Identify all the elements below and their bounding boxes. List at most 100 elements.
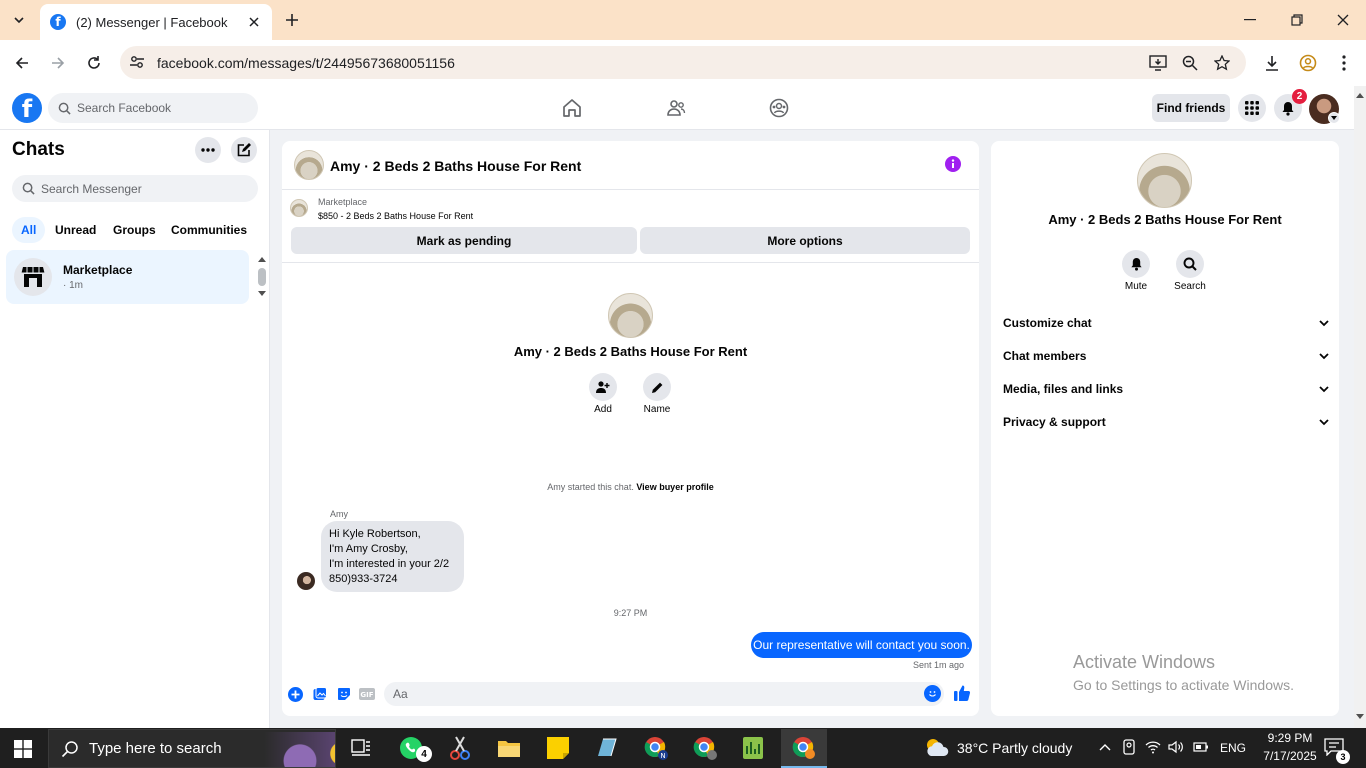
- window-close-icon[interactable]: [1330, 10, 1356, 30]
- mute-bell-icon[interactable]: [1122, 250, 1150, 278]
- panel-title: Amy · 2 Beds 2 Baths House For Rent: [1048, 212, 1282, 227]
- filter-all[interactable]: All: [12, 217, 46, 243]
- like-thumbs-up-icon[interactable]: [953, 684, 972, 703]
- add-person-icon[interactable]: [589, 373, 617, 401]
- spreadsheet-app-icon[interactable]: [738, 733, 768, 763]
- gif-icon[interactable]: GIF: [359, 686, 375, 702]
- page-scrollbar[interactable]: [1354, 86, 1366, 728]
- message-input[interactable]: [393, 687, 893, 701]
- account-chevron-icon[interactable]: [1328, 112, 1340, 124]
- filter-groups[interactable]: Groups: [104, 217, 165, 243]
- mute-label: Mute: [1124, 281, 1148, 292]
- scroll-down-icon: [1356, 714, 1364, 719]
- clock-date[interactable]: 7/17/2025: [1260, 749, 1320, 763]
- emoji-icon[interactable]: [924, 685, 941, 702]
- message-composer[interactable]: [384, 682, 944, 706]
- section-privacy-support[interactable]: Privacy & support: [1003, 412, 1329, 432]
- list-scroll-up-icon[interactable]: [257, 255, 267, 263]
- window-minimize-icon[interactable]: [1237, 10, 1263, 30]
- weather-partly-cloudy-icon[interactable]: [923, 736, 951, 760]
- site-info-tune-icon[interactable]: [128, 53, 146, 71]
- reload-icon[interactable]: [81, 50, 107, 76]
- find-friends-button[interactable]: Find friends: [1152, 94, 1230, 122]
- messenger-search[interactable]: [12, 175, 258, 202]
- scroll-up-icon: [1356, 93, 1364, 98]
- list-scroll-down-icon[interactable]: [257, 290, 267, 298]
- facebook-search[interactable]: [48, 93, 258, 123]
- plus-actions-icon[interactable]: [287, 686, 303, 702]
- new-message-icon[interactable]: [231, 137, 257, 163]
- tray-camera-icon[interactable]: [1120, 738, 1138, 756]
- conversation-title[interactable]: Amy · 2 Beds 2 Baths House For Rent: [330, 158, 581, 174]
- window-restore-icon[interactable]: [1284, 10, 1310, 30]
- forward-arrow-icon[interactable]: [45, 50, 71, 76]
- whatsapp-badge: 4: [416, 746, 432, 762]
- weather-text[interactable]: 38°C Partly cloudy: [957, 740, 1072, 756]
- search-label: Search: [1174, 281, 1206, 292]
- section-media-files-links[interactable]: Media, files and links: [1003, 379, 1329, 399]
- chrome-profile-my-icon[interactable]: [690, 733, 720, 763]
- outgoing-message-bubble[interactable]: Our representative will contact you soon…: [751, 632, 972, 658]
- conversation-avatar[interactable]: [294, 150, 324, 180]
- tab-close-icon[interactable]: [246, 14, 262, 30]
- downloads-icon[interactable]: [1261, 52, 1283, 74]
- header-divider: [282, 189, 979, 190]
- bookmark-star-icon[interactable]: [1211, 52, 1233, 74]
- url-text[interactable]: facebook.com/messages/t/2449567368005115…: [157, 55, 455, 71]
- conversation-info-icon[interactable]: [945, 156, 965, 176]
- section-customize-chat[interactable]: Customize chat: [1003, 313, 1329, 333]
- nav-groups-icon[interactable]: [767, 96, 791, 120]
- view-buyer-profile-link[interactable]: View buyer profile: [636, 482, 713, 492]
- incoming-message-bubble[interactable]: Hi Kyle Robertson, I'm Amy Crosby, I'm i…: [321, 521, 464, 592]
- svg-text:N: N: [660, 752, 665, 760]
- section-chat-members[interactable]: Chat members: [1003, 346, 1329, 366]
- tab-search-dropdown[interactable]: [6, 7, 32, 33]
- tray-battery-icon[interactable]: [1192, 738, 1210, 756]
- paint-app-icon[interactable]: [592, 733, 622, 763]
- chrome-active-icon[interactable]: [789, 733, 819, 763]
- marketplace-store-icon: [14, 258, 52, 296]
- task-view-icon[interactable]: [346, 733, 376, 763]
- nav-friends-icon[interactable]: [664, 96, 688, 120]
- tray-chevron-up-icon[interactable]: [1096, 738, 1114, 756]
- clock-time[interactable]: 9:29 PM: [1260, 731, 1320, 745]
- input-language[interactable]: ENG: [1220, 741, 1246, 755]
- messenger-search-input[interactable]: [41, 181, 241, 196]
- tray-volume-icon[interactable]: [1167, 738, 1185, 756]
- facebook-search-input[interactable]: [77, 101, 247, 115]
- filter-unread[interactable]: Unread: [46, 217, 105, 243]
- sticky-notes-icon[interactable]: [543, 733, 573, 763]
- profile-icon[interactable]: [1297, 52, 1319, 74]
- new-tab-plus-icon[interactable]: [282, 10, 302, 30]
- filter-communities[interactable]: Communities: [162, 217, 256, 243]
- tray-wifi-icon[interactable]: [1144, 738, 1162, 756]
- taskbar-search[interactable]: Type here to search: [48, 729, 336, 768]
- more-options-button[interactable]: More options: [640, 227, 970, 254]
- attach-image-icon[interactable]: [312, 686, 328, 702]
- chevron-down-icon: [1319, 385, 1329, 392]
- sticker-icon[interactable]: [336, 686, 352, 702]
- listing-title[interactable]: $850 - 2 Beds 2 Baths House For Rent: [318, 211, 473, 221]
- menu-grid-icon[interactable]: [1238, 94, 1266, 122]
- mark-as-pending-button[interactable]: Mark as pending: [291, 227, 637, 254]
- sender-avatar[interactable]: [297, 572, 315, 590]
- zoom-icon[interactable]: [1179, 52, 1201, 74]
- chevron-down-icon: [1319, 352, 1329, 359]
- file-explorer-icon[interactable]: [494, 733, 524, 763]
- browser-tab-messenger[interactable]: f (2) Messenger | Facebook: [40, 4, 272, 40]
- listing-thumbnail[interactable]: [290, 199, 308, 217]
- browser-menu-icon[interactable]: [1333, 52, 1355, 74]
- notification-count-badge: 2: [1292, 89, 1307, 104]
- snipping-tool-icon[interactable]: [445, 733, 475, 763]
- nav-home-icon[interactable]: [560, 96, 584, 120]
- chats-options-icon[interactable]: [195, 137, 221, 163]
- edit-name-pencil-icon[interactable]: [643, 373, 671, 401]
- search-in-chat-icon[interactable]: [1176, 250, 1204, 278]
- activate-windows-subtitle: Go to Settings to activate Windows.: [1073, 677, 1294, 693]
- install-app-icon[interactable]: [1147, 52, 1169, 74]
- chat-list-scrollbar[interactable]: [258, 268, 266, 286]
- facebook-logo[interactable]: f: [12, 93, 42, 123]
- windows-start-icon[interactable]: [10, 736, 36, 762]
- back-arrow-icon[interactable]: [9, 50, 35, 76]
- chrome-profile-n-icon[interactable]: N: [641, 733, 671, 763]
